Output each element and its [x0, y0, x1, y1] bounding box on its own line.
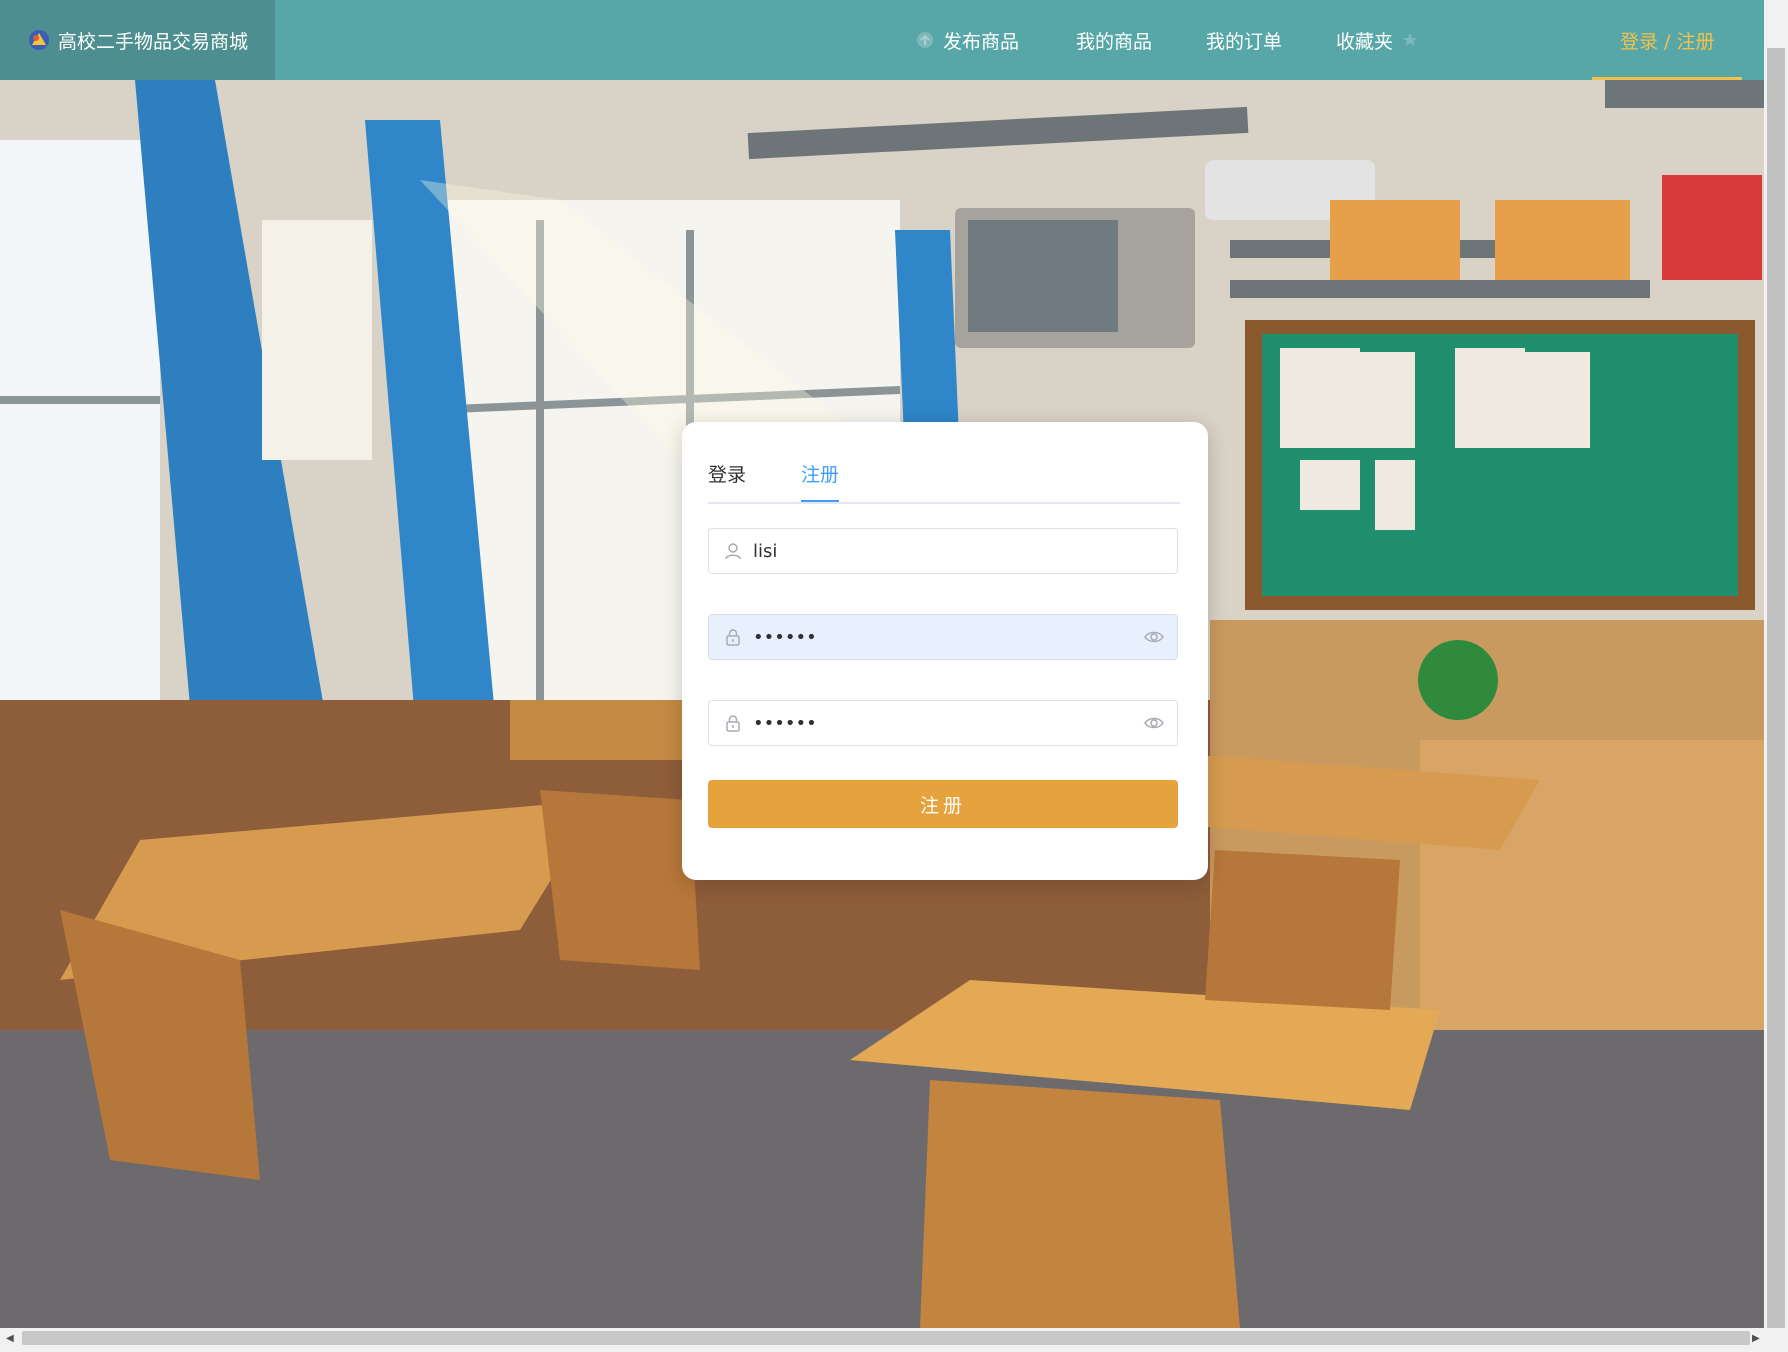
nav-favorites[interactable]: 收藏夹	[1336, 0, 1419, 80]
confirm-password-field[interactable]	[708, 700, 1178, 746]
top-navbar: 高校二手物品交易商城 发布商品 我的商品 我的订单 收藏夹 登录 / 注册	[0, 0, 1764, 80]
active-tab-indicator	[801, 500, 839, 502]
nav-login-register-label: 登录 / 注册	[1620, 30, 1715, 53]
nav-my-goods-label: 我的商品	[1076, 30, 1153, 53]
scroll-right-arrow-icon[interactable]: ▶	[1752, 1333, 1760, 1344]
brand[interactable]: 高校二手物品交易商城	[0, 0, 275, 80]
nav-publish-label: 发布商品	[943, 30, 1020, 53]
horizontal-scrollbar-thumb[interactable]	[22, 1331, 1750, 1345]
nav-login-register[interactable]: 登录 / 注册	[1620, 0, 1714, 80]
confirm-password-input[interactable]	[751, 702, 1143, 744]
publish-icon	[917, 32, 933, 48]
brand-logo-icon	[29, 30, 49, 50]
lock-icon	[726, 715, 740, 732]
eye-icon[interactable]	[1143, 712, 1165, 734]
username-input[interactable]	[751, 530, 1177, 572]
tab-login[interactable]: 登录	[708, 460, 746, 487]
tab-register[interactable]: 注册	[801, 460, 839, 487]
star-icon	[1403, 33, 1418, 46]
active-nav-underline	[1592, 77, 1742, 80]
auth-tabs: 登录 注册	[708, 460, 1180, 504]
password-input[interactable]	[751, 616, 1143, 658]
nav-my-orders[interactable]: 我的订单	[1206, 0, 1282, 80]
nav-my-orders-label: 我的订单	[1206, 30, 1283, 53]
password-field[interactable]	[708, 614, 1178, 660]
scroll-left-arrow-icon[interactable]: ◀	[6, 1333, 14, 1344]
brand-title: 高校二手物品交易商城	[58, 30, 249, 53]
auth-card: 登录 注册 注册	[682, 422, 1208, 880]
lock-icon	[726, 629, 740, 646]
eye-icon[interactable]	[1143, 626, 1165, 648]
register-button[interactable]: 注册	[708, 780, 1178, 828]
user-icon	[725, 543, 741, 560]
nav-publish-item[interactable]: 发布商品	[915, 0, 1019, 80]
nav-favorites-label: 收藏夹	[1336, 30, 1394, 53]
nav-my-goods[interactable]: 我的商品	[1076, 0, 1152, 80]
username-field[interactable]	[708, 528, 1178, 574]
vertical-scrollbar-thumb[interactable]	[1767, 48, 1785, 1328]
